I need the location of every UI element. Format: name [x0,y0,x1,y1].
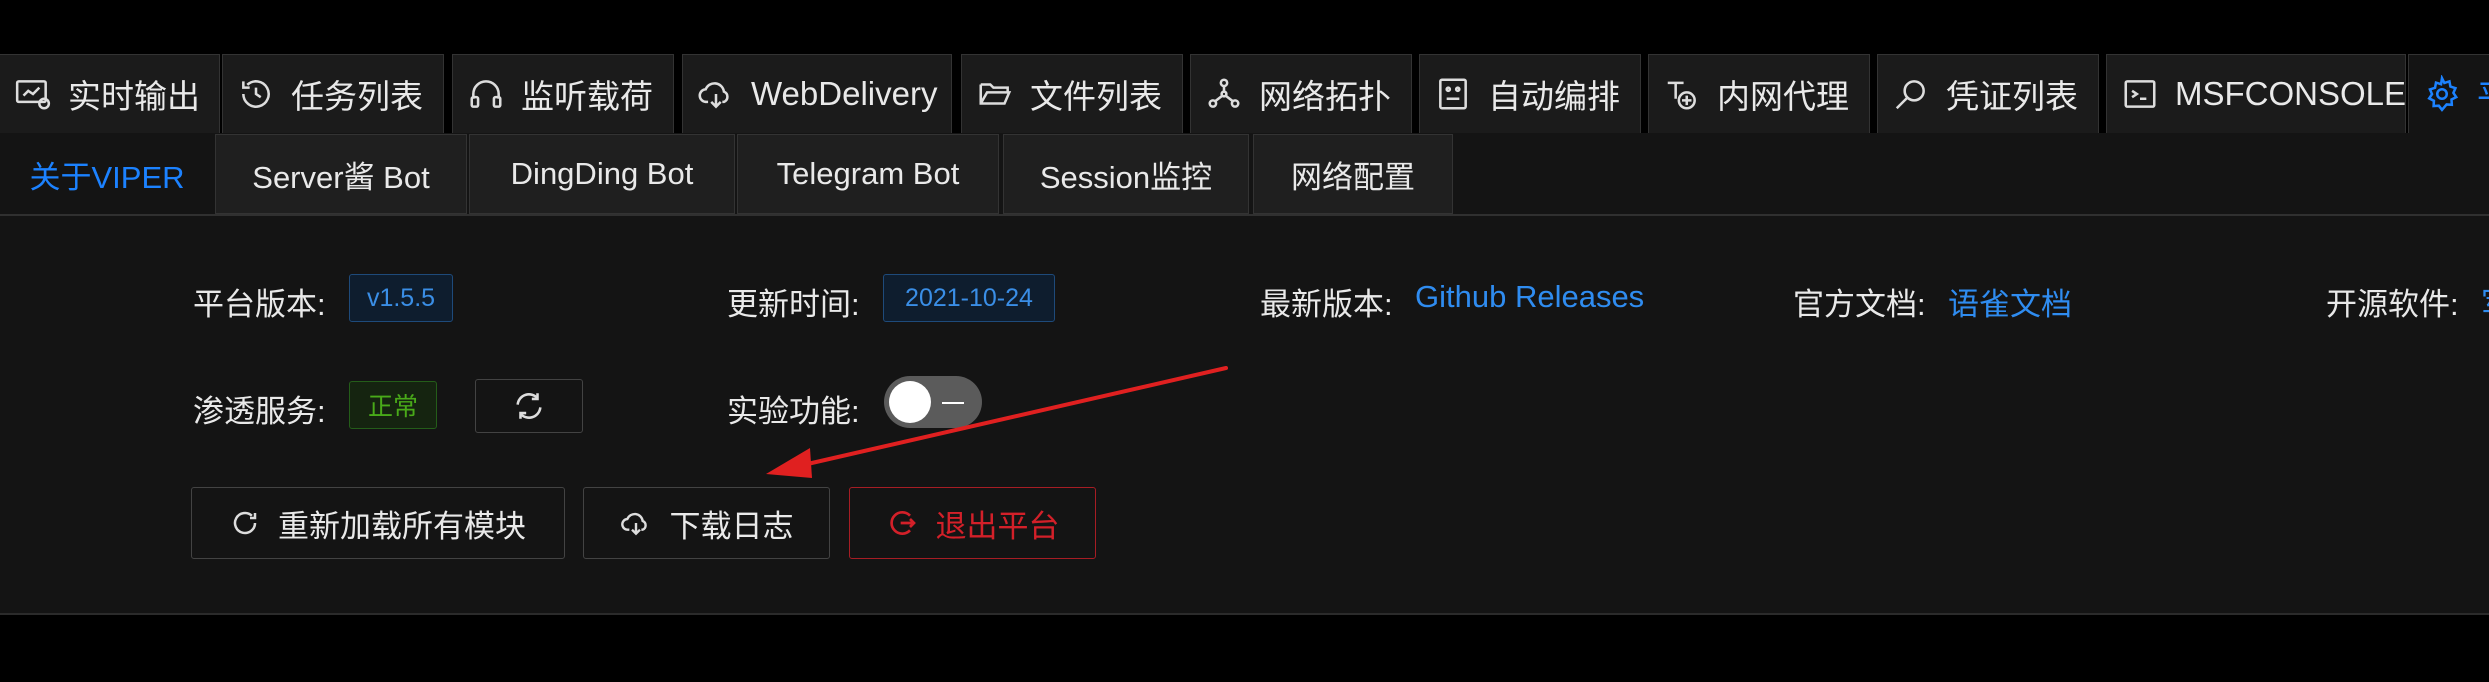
tab-webdelivery[interactable]: WebDelivery [682,54,952,134]
tab-task-list[interactable]: 任务列表 [222,54,444,134]
refresh-status-button[interactable] [475,379,583,433]
subtab-label: Server酱 Bot [252,159,430,195]
tab-network-topology[interactable]: 网络拓扑 [1190,54,1412,134]
download-log-label: 下载日志 [669,508,794,544]
service-label: 渗透服务: [193,394,326,429]
subtab-label: 网络配置 [1291,159,1415,195]
panel-bottom-border [0,613,2489,615]
subtab-dingding-bot[interactable]: DingDing Bot [469,134,735,214]
key-search-icon [1895,80,1925,110]
subtab-label: Telegram Bot [776,156,960,191]
open-source-link[interactable]: 军 [2481,279,2489,324]
cloud-download-icon [698,82,729,109]
tab-label: MSFCONSOLE [2175,75,2406,112]
logout-button[interactable]: 退出平台 [849,487,1096,559]
latest-version-label: 最新版本: [1260,287,1393,322]
update-time-label: 更新时间: [727,287,860,322]
subtab-about-viper[interactable]: 关于VIPER [0,134,214,214]
download-log-button[interactable]: 下载日志 [583,487,830,559]
headphones-icon [470,80,502,108]
topology-icon [1208,78,1240,108]
tab-label: 实时输出 [68,78,200,115]
tab-label: 平 [2477,70,2489,118]
subtab-serverchan-bot[interactable]: Server酱 Bot [215,134,467,214]
service-status-tag: 正常 [349,381,437,429]
toggle-knob [889,381,931,423]
tab-label: 文件列表 [1030,78,1162,115]
reload-modules-button[interactable]: 重新加载所有模块 [191,487,565,559]
tab-label: 自动编排 [1488,78,1620,115]
update-time-tag: 2021-10-24 [883,274,1055,322]
subtab-label: DingDing Bot [510,156,694,191]
tab-label: 任务列表 [291,78,423,115]
code-icon [2124,80,2156,108]
tab-label: WebDelivery [751,75,938,112]
logout-icon [889,511,916,535]
history-icon [242,80,270,108]
github-releases-link[interactable]: Github Releases [1415,279,1644,315]
monitor-icon [15,80,51,110]
tab-platform-settings[interactable]: 平 [2408,54,2489,134]
gear-icon [2427,75,2459,112]
platform-version-label: 平台版本: [193,287,326,322]
experimental-label: 实验功能: [727,394,860,429]
reload-modules-label: 重新加载所有模块 [278,508,526,544]
proxy-icon [1667,81,1696,110]
subtab-telegram-bot[interactable]: Telegram Bot [737,134,999,214]
subtab-session-monitor[interactable]: Session监控 [1003,134,1249,214]
tab-label: 凭证列表 [1946,78,2078,115]
platform-version-tag: v1.5.5 [349,274,453,322]
toggle-off-indicator [942,402,964,404]
tab-file-list[interactable]: 文件列表 [961,54,1183,134]
subtab-label: 关于VIPER [29,159,185,195]
subtab-label: Session监控 [1039,159,1213,195]
tab-label: 内网代理 [1717,78,1849,115]
tab-label: 网络拓扑 [1259,78,1391,115]
tab-credential-list[interactable]: 凭证列表 [1877,54,2099,134]
tab-label: 监听载荷 [521,78,653,115]
reload-icon [233,511,257,535]
tab-realtime-output[interactable]: 实时输出 [0,54,220,134]
folder-open-icon [979,83,1012,105]
subtab-network-config[interactable]: 网络配置 [1253,134,1453,214]
logout-label: 退出平台 [935,508,1060,544]
open-source-label: 开源软件: [2326,287,2459,322]
tab-auto-orchestration[interactable]: 自动编排 [1419,54,1641,134]
tab-listener-payload[interactable]: 监听载荷 [452,54,674,134]
sync-icon [516,393,542,419]
yuque-docs-link[interactable]: 语雀文档 [1948,279,2072,324]
robot-icon [1439,78,1467,110]
tab-msfconsole[interactable]: MSFCONSOLE [2106,54,2406,134]
tab-intranet-proxy[interactable]: 内网代理 [1648,54,1870,134]
cloud-download-icon [620,512,647,536]
docs-label: 官方文档: [1793,287,1926,322]
